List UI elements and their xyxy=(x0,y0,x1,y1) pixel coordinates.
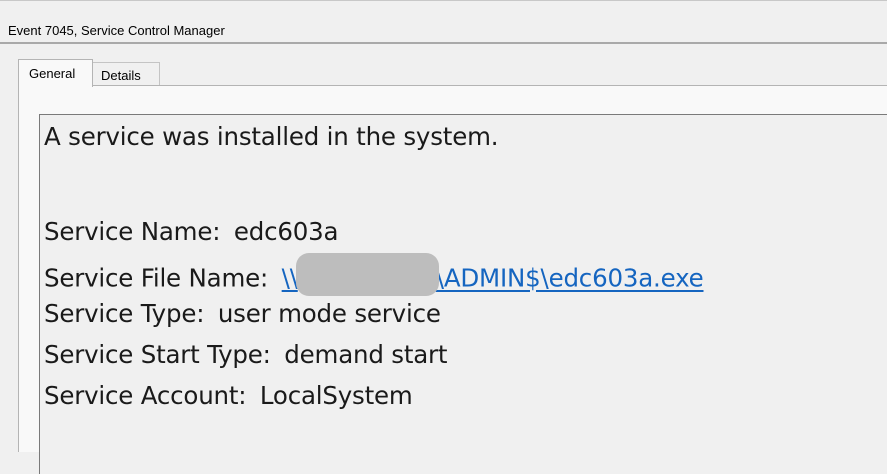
general-tab-panel: A service was installed in the system. S… xyxy=(18,85,887,474)
event-title: Event 7045, Service Control Manager xyxy=(8,23,225,38)
tab-details[interactable]: Details xyxy=(93,62,160,86)
tab-general[interactable]: General xyxy=(18,59,93,87)
service-account-label: Service Account: xyxy=(44,381,247,410)
start-type-row: Service Start Type: demand start xyxy=(44,340,448,369)
service-type-label: Service Type: xyxy=(44,299,205,328)
service-account-value: LocalSystem xyxy=(259,381,413,410)
service-type-value: user mode service xyxy=(217,299,441,328)
service-name-row: Service Name: edc603a xyxy=(44,217,339,246)
service-file-row: Service File Name: \\ \ADMIN$\edc603a.exe xyxy=(44,253,704,301)
start-type-label: Service Start Type: xyxy=(44,340,271,369)
service-file-label: Service File Name: xyxy=(44,263,269,293)
tab-strip: General Details xyxy=(0,44,887,87)
service-file-link[interactable]: \ADMIN$\edc603a.exe xyxy=(436,264,704,293)
event-description-box[interactable]: A service was installed in the system. S… xyxy=(39,114,887,474)
service-name-value: edc603a xyxy=(233,217,339,246)
service-account-row: Service Account: LocalSystem xyxy=(44,381,413,410)
event-description-intro: A service was installed in the system. xyxy=(44,122,499,151)
start-type-value: demand start xyxy=(284,340,448,369)
service-type-row: Service Type: user mode service xyxy=(44,299,441,328)
event-title-bar: Event 7045, Service Control Manager xyxy=(0,0,887,42)
redacted-hostname xyxy=(295,253,439,296)
service-name-label: Service Name: xyxy=(44,217,221,246)
